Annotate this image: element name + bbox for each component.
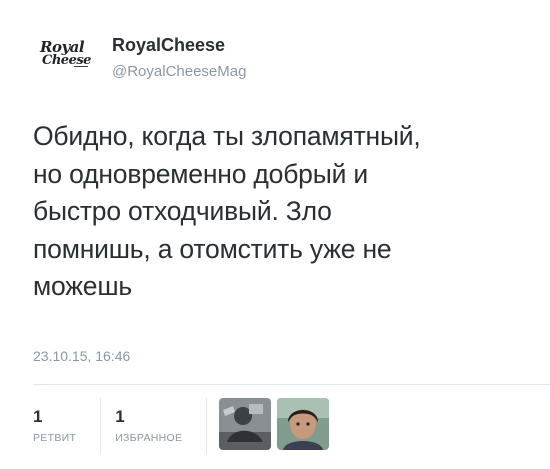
author-names: RoyalCheese @RoyalCheeseMag	[112, 26, 246, 82]
favorited-by-avatar[interactable]	[219, 398, 272, 450]
retweet-stat[interactable]: 1 РЕТВИТ	[33, 398, 100, 454]
tweet-text: Обидно, когда ты злопамятный, но одновре…	[33, 121, 421, 301]
tweet-timestamp[interactable]: 23.10.15, 16:46	[33, 348, 130, 364]
favorite-stat[interactable]: 1 ИЗБРАННОЕ	[100, 398, 206, 454]
stats-divider	[33, 384, 550, 385]
author-screen-name[interactable]: @RoyalCheeseMag	[112, 62, 246, 82]
retweet-count: 1	[33, 407, 43, 426]
favorite-label: ИЗБРАННОЕ	[115, 432, 183, 444]
tweet-stats: 1 РЕТВИТ 1 ИЗБРАННОЕ	[33, 398, 330, 460]
user-avatar-icon	[219, 398, 272, 450]
retweet-label: РЕТВИТ	[33, 432, 77, 444]
favorited-by-list	[206, 398, 330, 454]
tweet-card: Royal Cheese RoyalCheese @RoyalCheeseMag…	[0, 0, 550, 469]
author-avatar[interactable]: Royal Cheese	[34, 26, 98, 76]
user-avatar-icon	[277, 398, 330, 450]
favorited-by-avatar[interactable]	[277, 398, 330, 450]
tweet-header: Royal Cheese RoyalCheese @RoyalCheeseMag	[34, 26, 246, 82]
favorite-count: 1	[115, 407, 125, 426]
author-display-name[interactable]: RoyalCheese	[112, 34, 246, 56]
avatar-logo-underline	[74, 66, 88, 67]
